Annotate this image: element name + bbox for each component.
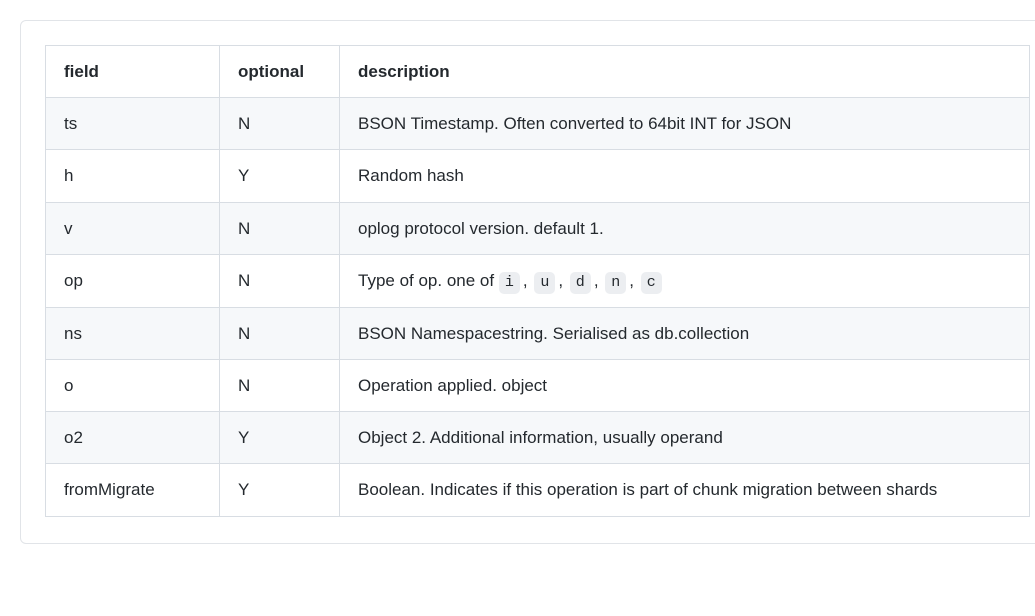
cell-description: Type of op. one of i, u, d, n, c [340, 254, 1030, 307]
code-separator: , [555, 267, 565, 294]
code-token: d [570, 272, 591, 294]
table-row: o N Operation applied. object [46, 359, 1030, 411]
cell-optional: N [220, 359, 340, 411]
cell-field: o [46, 359, 220, 411]
cell-description: BSON Namespacestring. Serialised as db.c… [340, 307, 1030, 359]
cell-description: BSON Timestamp. Often converted to 64bit… [340, 98, 1030, 150]
code-separator: , [591, 267, 601, 294]
cell-field: h [46, 150, 220, 202]
table-row: h Y Random hash [46, 150, 1030, 202]
table-row: ts N BSON Timestamp. Often converted to … [46, 98, 1030, 150]
header-optional: optional [220, 46, 340, 98]
code-separator: , [520, 267, 530, 294]
table-row: v N oplog protocol version. default 1. [46, 202, 1030, 254]
description-prefix: Type of op. one of [358, 271, 499, 290]
cell-description: Object 2. Additional information, usuall… [340, 412, 1030, 464]
fields-table: field optional description ts N BSON Tim… [45, 45, 1030, 517]
cell-field: ns [46, 307, 220, 359]
table-row: ns N BSON Namespacestring. Serialised as… [46, 307, 1030, 359]
cell-description: oplog protocol version. default 1. [340, 202, 1030, 254]
code-token: n [605, 272, 626, 294]
cell-field: fromMigrate [46, 464, 220, 516]
cell-optional: Y [220, 412, 340, 464]
table-row: o2 Y Object 2. Additional information, u… [46, 412, 1030, 464]
cell-optional: Y [220, 150, 340, 202]
cell-description: Boolean. Indicates if this operation is … [340, 464, 1030, 516]
code-token: u [534, 272, 555, 294]
code-separator: , [626, 267, 636, 294]
header-description: description [340, 46, 1030, 98]
cell-field: ts [46, 98, 220, 150]
table-card: field optional description ts N BSON Tim… [20, 20, 1035, 544]
cell-optional: N [220, 307, 340, 359]
cell-description: Operation applied. object [340, 359, 1030, 411]
code-token: c [641, 272, 662, 294]
cell-field: v [46, 202, 220, 254]
cell-optional: Y [220, 464, 340, 516]
table-row: op N Type of op. one of i, u, d, n, c [46, 254, 1030, 307]
cell-description: Random hash [340, 150, 1030, 202]
cell-field: o2 [46, 412, 220, 464]
table-row: fromMigrate Y Boolean. Indicates if this… [46, 464, 1030, 516]
table-header-row: field optional description [46, 46, 1030, 98]
cell-optional: N [220, 98, 340, 150]
cell-optional: N [220, 254, 340, 307]
code-token: i [499, 272, 520, 294]
header-field: field [46, 46, 220, 98]
cell-field: op [46, 254, 220, 307]
cell-optional: N [220, 202, 340, 254]
